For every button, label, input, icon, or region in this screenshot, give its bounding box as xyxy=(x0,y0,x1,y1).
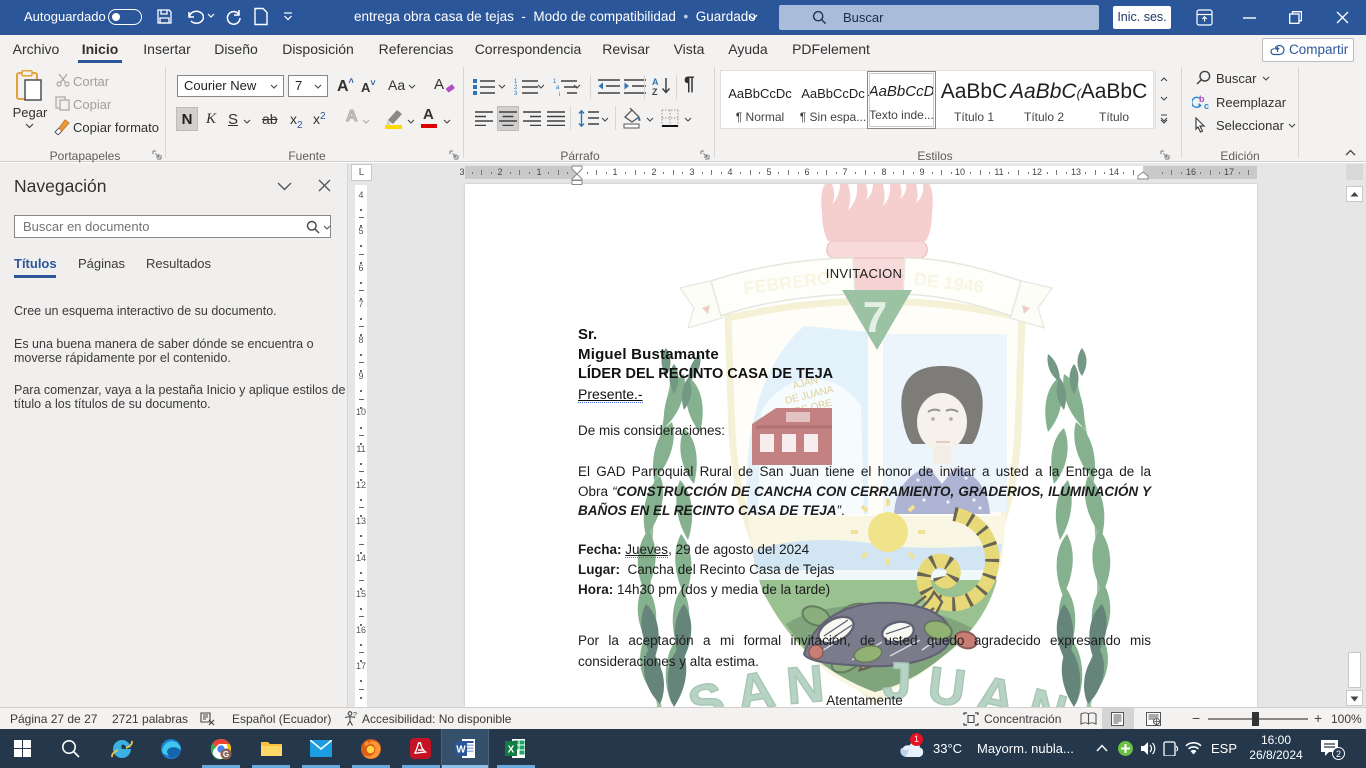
svg-text:?: ? xyxy=(353,712,357,719)
svg-text:X: X xyxy=(508,745,515,756)
svg-text:W: W xyxy=(456,745,466,756)
svg-text:Z: Z xyxy=(652,87,658,96)
svg-text:a: a xyxy=(556,85,560,91)
svg-text:A: A xyxy=(652,77,659,87)
svg-text:3: 3 xyxy=(514,91,518,96)
svg-text:i: i xyxy=(559,92,560,96)
svg-text:c: c xyxy=(1204,101,1209,111)
svg-text:G: G xyxy=(223,750,229,759)
